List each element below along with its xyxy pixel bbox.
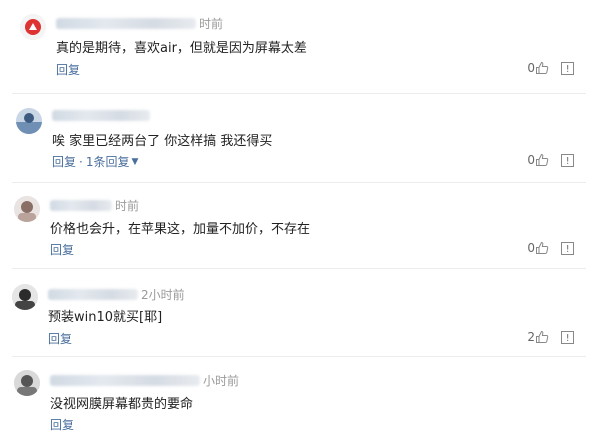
- timestamp: 时前: [115, 198, 140, 213]
- report-icon: [561, 61, 574, 75]
- report-icon: [561, 330, 574, 344]
- view-replies-link[interactable]: 1条回复: [86, 153, 130, 170]
- thumbs-up-icon: [536, 330, 549, 343]
- comment-meta: [52, 107, 153, 123]
- comment-tools: 0: [527, 153, 574, 167]
- avatar[interactable]: [14, 196, 40, 222]
- like-count: 0: [527, 241, 535, 255]
- reply-button[interactable]: 回复: [50, 241, 74, 258]
- thumbs-up-icon: [536, 153, 549, 166]
- avatar[interactable]: [20, 14, 46, 40]
- reply-button[interactable]: 回复: [52, 153, 76, 170]
- comment-text: 预装win10就买[耶]: [48, 310, 163, 325]
- like-count: 2: [527, 330, 535, 344]
- avatar[interactable]: [12, 284, 38, 310]
- chevron-down-icon[interactable]: ▼: [131, 157, 138, 167]
- timestamp: 2小时前: [141, 287, 185, 302]
- comment-text: 唉 家里已经两台了 你这样搞 我还得买: [52, 134, 273, 149]
- comment-text: 没视网膜屏幕都贵的要命: [50, 397, 194, 412]
- comment-text: 价格也会升，在苹果这，加量不加价，不存在: [50, 222, 311, 237]
- username[interactable]: [48, 288, 138, 300]
- comment-actions: 回复: [56, 61, 80, 78]
- comment-tools: 0: [527, 61, 574, 75]
- separator: [12, 93, 586, 94]
- reply-button[interactable]: 回复: [48, 330, 72, 347]
- reply-button[interactable]: 回复: [50, 416, 74, 433]
- separator-dot: ·: [79, 154, 83, 169]
- comment-actions: 回复: [50, 241, 74, 258]
- comment-actions: 回复: [48, 330, 72, 347]
- like-button[interactable]: 0: [527, 153, 549, 167]
- comment-meta: 2小时前: [48, 286, 185, 302]
- avatar[interactable]: [16, 108, 42, 134]
- like-button[interactable]: 0: [527, 61, 549, 75]
- like-button[interactable]: 0: [527, 241, 549, 255]
- report-button[interactable]: [561, 330, 574, 344]
- comment-meta: 时前: [56, 15, 223, 31]
- report-icon: [561, 241, 574, 255]
- like-count: 0: [527, 61, 535, 75]
- thumbs-up-icon: [536, 241, 549, 254]
- separator: [12, 268, 586, 269]
- username[interactable]: [52, 109, 150, 121]
- comment-tools: 0: [527, 241, 574, 255]
- report-icon: [561, 153, 574, 167]
- comment-actions: 回复 · 1条回复 ▼: [52, 153, 138, 170]
- timestamp: 小时前: [203, 373, 240, 388]
- report-button[interactable]: [561, 241, 574, 255]
- comment-actions: 回复: [50, 416, 74, 433]
- username[interactable]: [56, 17, 196, 29]
- like-button[interactable]: 2: [527, 330, 549, 344]
- avatar[interactable]: [14, 370, 40, 396]
- timestamp: 时前: [199, 16, 224, 31]
- reply-button[interactable]: 回复: [56, 61, 80, 78]
- separator: [12, 182, 586, 183]
- report-button[interactable]: [561, 153, 574, 167]
- username[interactable]: [50, 374, 200, 386]
- comment-tools: 2: [527, 330, 574, 344]
- like-count: 0: [527, 153, 535, 167]
- separator: [12, 356, 586, 357]
- thumbs-up-icon: [536, 61, 549, 74]
- comment-meta: 时前: [50, 197, 139, 213]
- comment-text: 真的是期待，喜欢air，但就是因为屏幕太差: [56, 41, 307, 56]
- report-button[interactable]: [561, 61, 574, 75]
- username[interactable]: [50, 199, 112, 211]
- comment-meta: 小时前: [50, 372, 239, 388]
